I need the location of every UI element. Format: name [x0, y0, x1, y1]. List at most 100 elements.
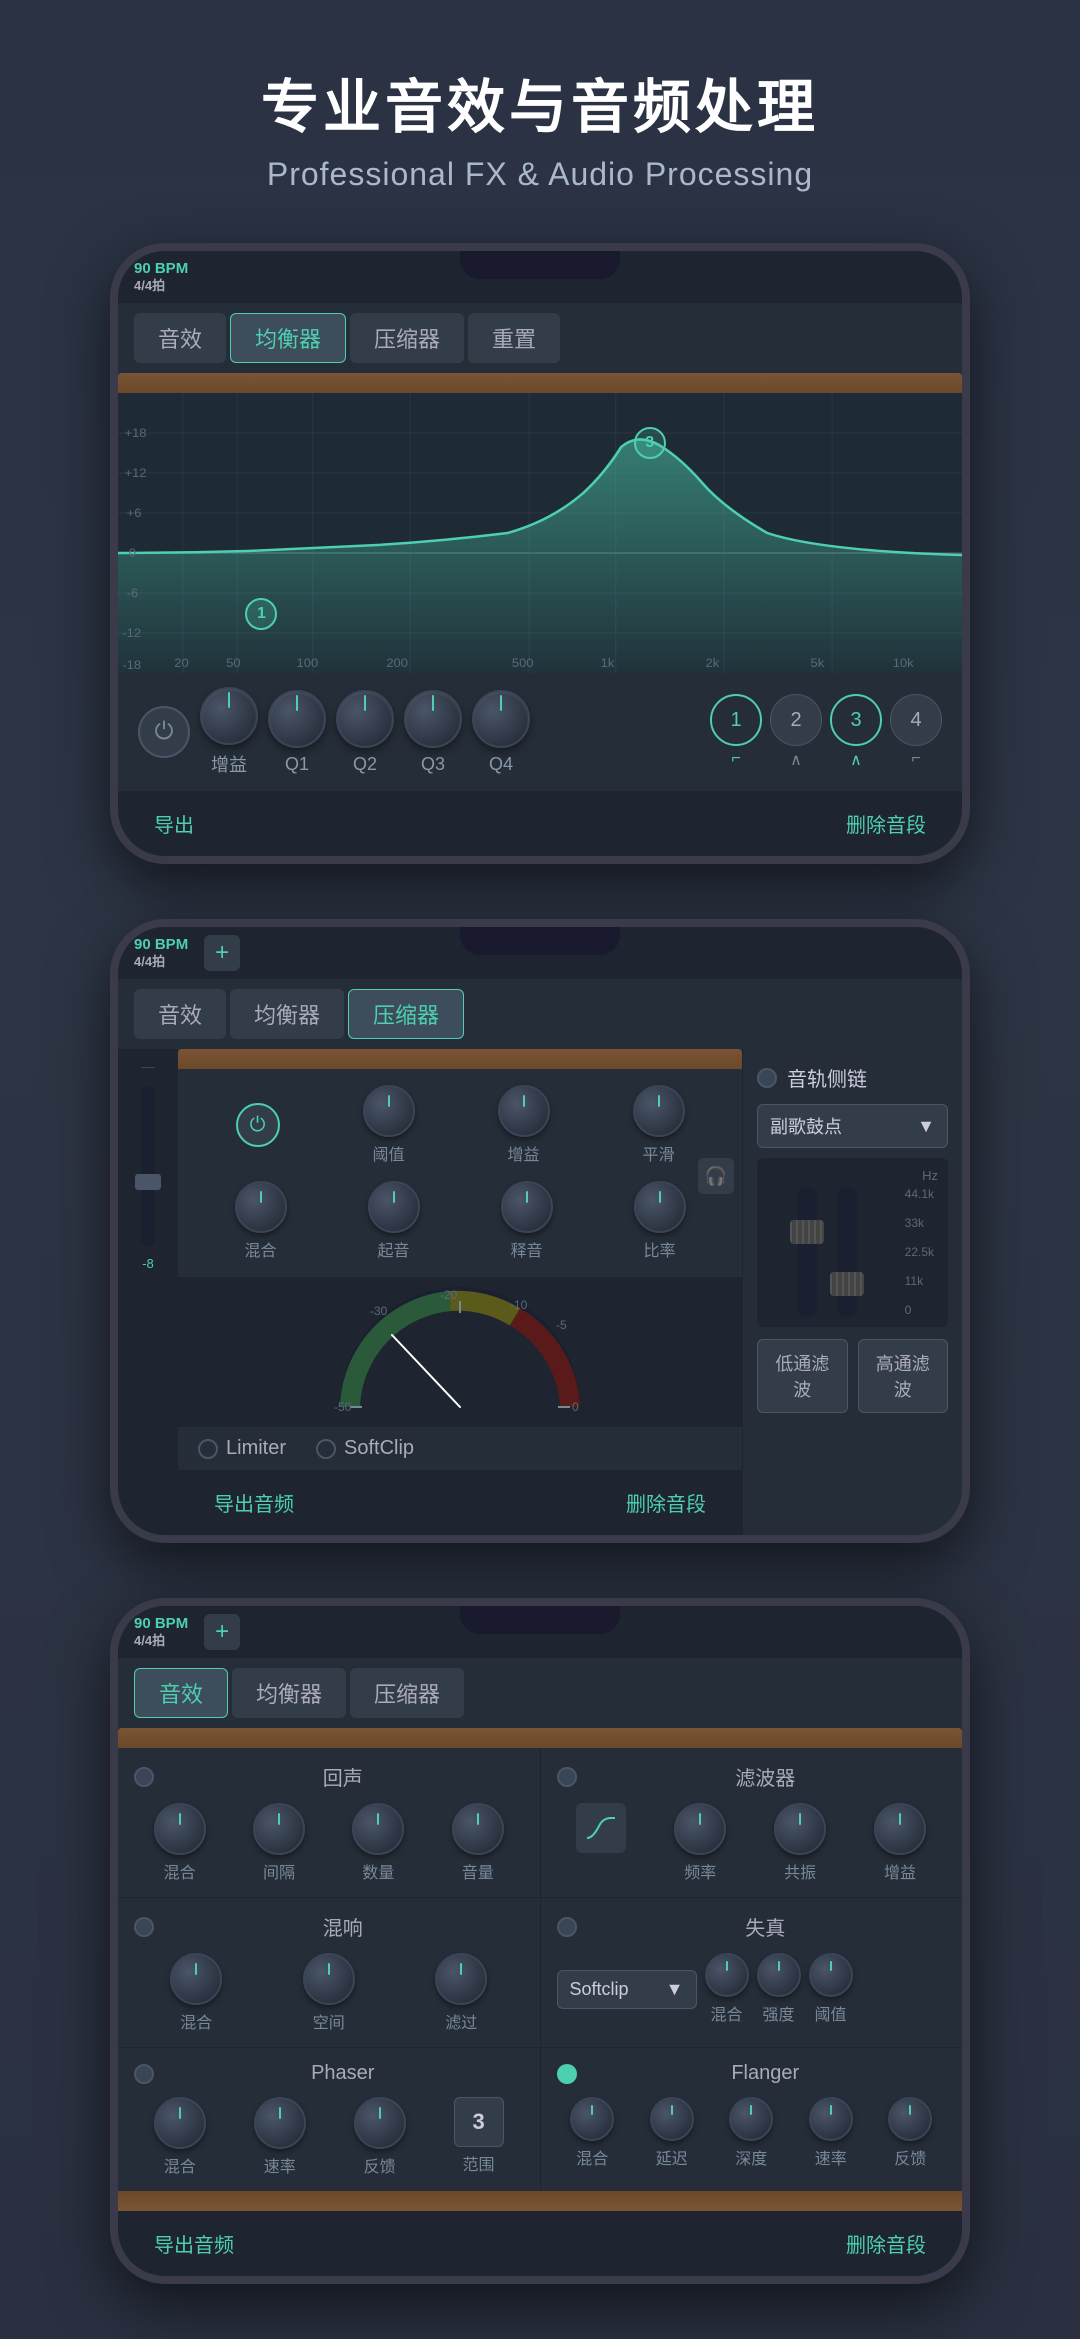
chorus-knob-mix: 混合 — [170, 1953, 222, 2033]
reverb-count-knob[interactable] — [352, 1803, 404, 1855]
wood-top-2 — [178, 1049, 742, 1069]
reverb-mix-knob[interactable] — [154, 1803, 206, 1855]
flanger-delay-knob[interactable] — [650, 2097, 694, 2141]
knob-q1[interactable] — [268, 690, 326, 748]
reverb-mix-label: 混合 — [164, 1859, 196, 1883]
headphone-button[interactable]: 🎧 — [698, 1158, 734, 1194]
dist-thresh-knob[interactable] — [809, 1953, 853, 1997]
flanger-depth-label: 深度 — [735, 2145, 767, 2169]
svg-text:10k: 10k — [893, 656, 915, 669]
tab-eq-2[interactable]: 均衡器 — [230, 989, 344, 1039]
dist-mix-knob[interactable] — [705, 1953, 749, 1997]
highpass-btn[interactable]: 高通滤波 — [858, 1339, 949, 1413]
tab-fx-2[interactable]: 音效 — [134, 989, 226, 1039]
export-button-2[interactable]: 导出音频 — [198, 1480, 310, 1525]
reverb-knobs: 混合 间隔 数量 音量 — [134, 1803, 524, 1883]
sidechain-toggle[interactable] — [757, 1068, 777, 1088]
band-btn-3[interactable]: 3 — [830, 694, 882, 746]
flanger-mix-knob[interactable] — [570, 2097, 614, 2141]
eq-graph[interactable]: +18 +12 +6 0 -6 -12 -18 20 50 100 200 50… — [118, 393, 962, 673]
band-btn-2[interactable]: 2 — [770, 694, 822, 746]
bpm-3: 90 BPM — [134, 1615, 188, 1633]
tab-comp-3[interactable]: 压缩器 — [350, 1668, 464, 1718]
knob-threshold[interactable] — [363, 1085, 415, 1137]
filter-res-knob[interactable] — [774, 1803, 826, 1855]
knob-q3[interactable] — [404, 690, 462, 748]
reverb-toggle[interactable] — [134, 1767, 154, 1787]
softclip-option[interactable]: SoftClip — [316, 1437, 414, 1460]
softclip-radio[interactable] — [316, 1439, 336, 1459]
flanger-header: Flanger — [557, 2062, 947, 2085]
reverb-interval-knob[interactable] — [253, 1803, 305, 1855]
knob-q4[interactable] — [472, 690, 530, 748]
comp-power-btn[interactable]: ⏻ — [236, 1103, 280, 1147]
freq-fader-handle[interactable] — [790, 1220, 824, 1244]
eq-point-3[interactable]: 3 — [634, 427, 666, 459]
tab-reset-1[interactable]: 重置 — [468, 313, 560, 363]
delete-button-2[interactable]: 删除音段 — [610, 1480, 722, 1525]
phaser-mix-knob[interactable] — [154, 2097, 206, 2149]
flanger-rate-knob[interactable] — [809, 2097, 853, 2141]
knob-ratio[interactable] — [634, 1181, 686, 1233]
svg-text:200: 200 — [386, 656, 408, 669]
time-sig-2: 4/4拍 — [134, 954, 188, 970]
phaser-toggle[interactable] — [134, 2064, 154, 2084]
flanger-toggle[interactable] — [557, 2064, 577, 2084]
drum-selector[interactable]: 副歌鼓点 ▼ — [757, 1104, 948, 1148]
filter-gain-knob[interactable] — [874, 1803, 926, 1855]
phaser-title: Phaser — [162, 2062, 524, 2085]
export-button-3[interactable]: 导出音频 — [138, 2221, 250, 2266]
phaser-knobs: 混合 速率 反馈 3 范 — [134, 2097, 524, 2177]
dist-strength-knob[interactable] — [757, 1953, 801, 1997]
knob-attack[interactable] — [368, 1181, 420, 1233]
lowpass-btn[interactable]: 低通滤波 — [757, 1339, 848, 1413]
freq-vis: 44.1k 33k 22.5k 11k 0 — [767, 1187, 938, 1317]
time-sig-3: 4/4拍 — [134, 1633, 188, 1649]
svg-text:100: 100 — [297, 656, 319, 669]
filter-header: 滤波器 — [557, 1762, 947, 1791]
comp-content-area: -8 ⏻ — [118, 1049, 962, 1535]
comp-knob-ratio: 比率 — [634, 1181, 686, 1261]
tab-eq-3[interactable]: 均衡器 — [232, 1668, 346, 1718]
chorus-mix-knob[interactable] — [170, 1953, 222, 2005]
tab-comp-1[interactable]: 压缩器 — [350, 313, 464, 363]
export-button-1[interactable]: 导出 — [138, 801, 210, 846]
add-track-btn-3[interactable]: + — [204, 1614, 240, 1650]
chorus-knob-filter: 滤过 — [435, 1953, 487, 2033]
tab-comp-2[interactable]: 压缩器 — [348, 989, 464, 1039]
knob-smooth[interactable] — [633, 1085, 685, 1137]
flanger-depth-knob[interactable] — [729, 2097, 773, 2141]
band-btn-4[interactable]: 4 — [890, 694, 942, 746]
phaser-feedback-knob[interactable] — [354, 2097, 406, 2149]
limiter-radio[interactable] — [198, 1439, 218, 1459]
limiter-option[interactable]: Limiter — [198, 1437, 286, 1460]
flanger-feedback-knob[interactable] — [888, 2097, 932, 2141]
phaser-rate-knob[interactable] — [254, 2097, 306, 2149]
tab-eq-1[interactable]: 均衡器 — [230, 313, 346, 363]
chorus-filter-knob[interactable] — [435, 1953, 487, 2005]
phaser-value-box[interactable]: 3 — [454, 2097, 504, 2147]
knob-release[interactable] — [501, 1181, 553, 1233]
page-container: 专业音效与音频处理 Professional FX & Audio Proces… — [0, 0, 1080, 2339]
freq-fader2-handle[interactable] — [830, 1272, 864, 1296]
knob-gain[interactable] — [200, 687, 258, 745]
reverb-vol-knob[interactable] — [452, 1803, 504, 1855]
knob-mix[interactable] — [235, 1181, 287, 1233]
power-button[interactable]: ⏻ — [138, 706, 190, 758]
distortion-selector[interactable]: Softclip ▼ — [557, 1970, 697, 2009]
add-track-btn[interactable]: + — [204, 935, 240, 971]
delete-button-1[interactable]: 删除音段 — [830, 801, 942, 846]
filter-freq-knob[interactable] — [674, 1803, 726, 1855]
band-btn-1[interactable]: 1 — [710, 694, 762, 746]
label-ratio: 比率 — [643, 1237, 675, 1261]
top-bar-3: 90 BPM 4/4拍 + — [118, 1606, 962, 1658]
chorus-space-knob[interactable] — [303, 1953, 355, 2005]
filter-toggle[interactable] — [557, 1767, 577, 1787]
knob-comp-gain[interactable] — [498, 1085, 550, 1137]
knob-group-q3: Q3 — [404, 690, 462, 775]
delete-button-3[interactable]: 删除音段 — [830, 2221, 942, 2266]
knob-q2[interactable] — [336, 690, 394, 748]
fx-screen: 90 BPM 4/4拍 + 音效 均衡器 压缩器 — [118, 1606, 962, 2276]
tab-fx-1[interactable]: 音效 — [134, 313, 226, 363]
tab-fx-3[interactable]: 音效 — [134, 1668, 228, 1718]
